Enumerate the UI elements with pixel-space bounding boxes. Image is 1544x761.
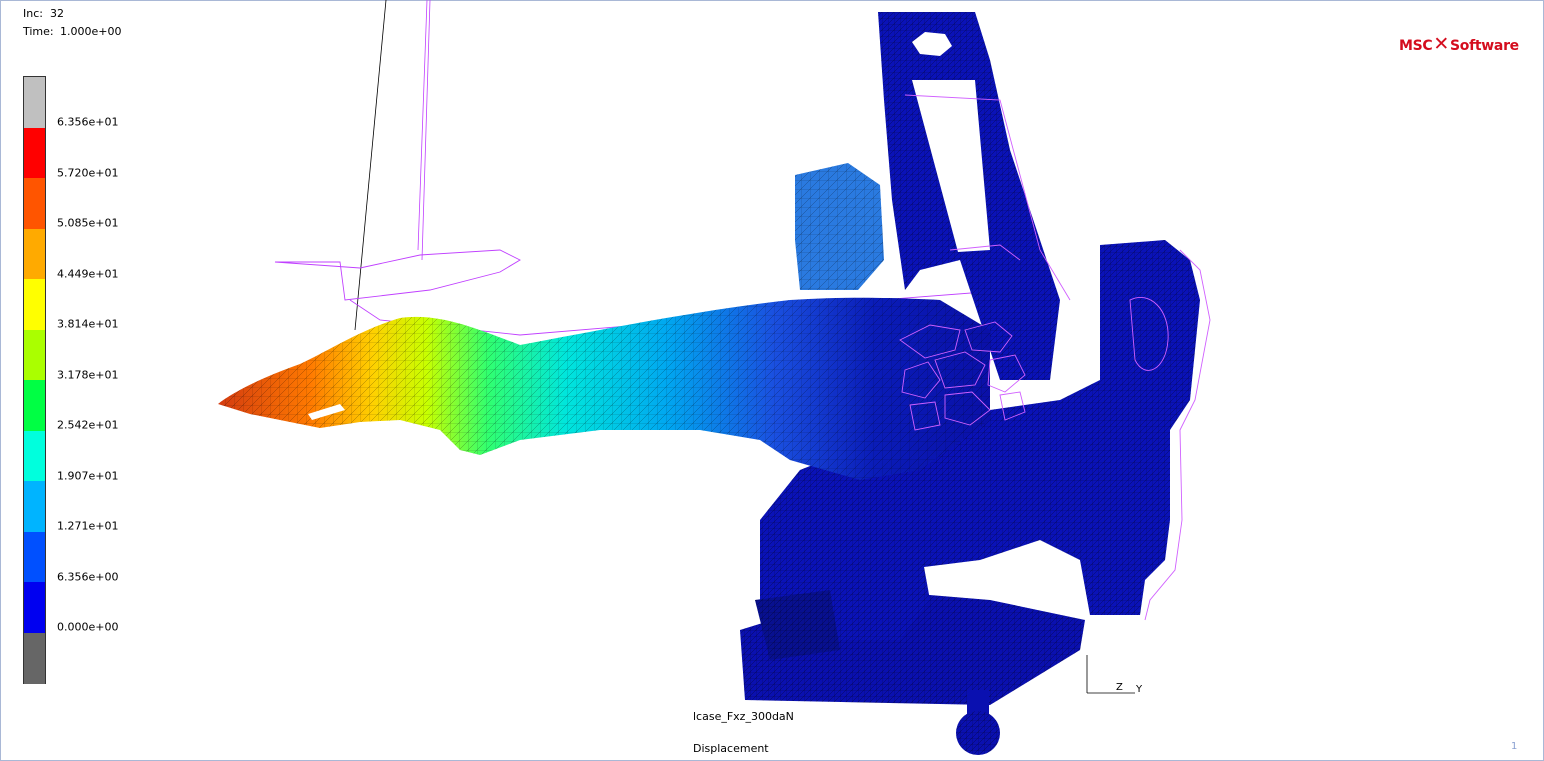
result-type-name: Displacement [693, 742, 769, 755]
axis-triad [1086, 655, 1135, 694]
undeformed-outline-line [417, 0, 431, 261]
axis-y-label: Y [1136, 684, 1143, 695]
load-case-name: lcase_Fxz_300daN [693, 710, 794, 723]
view-number: 1 [1511, 741, 1518, 752]
reference-line [354, 0, 387, 331]
axis-z-label: Z [1116, 682, 1123, 693]
fem-model-view[interactable] [0, 0, 1544, 761]
